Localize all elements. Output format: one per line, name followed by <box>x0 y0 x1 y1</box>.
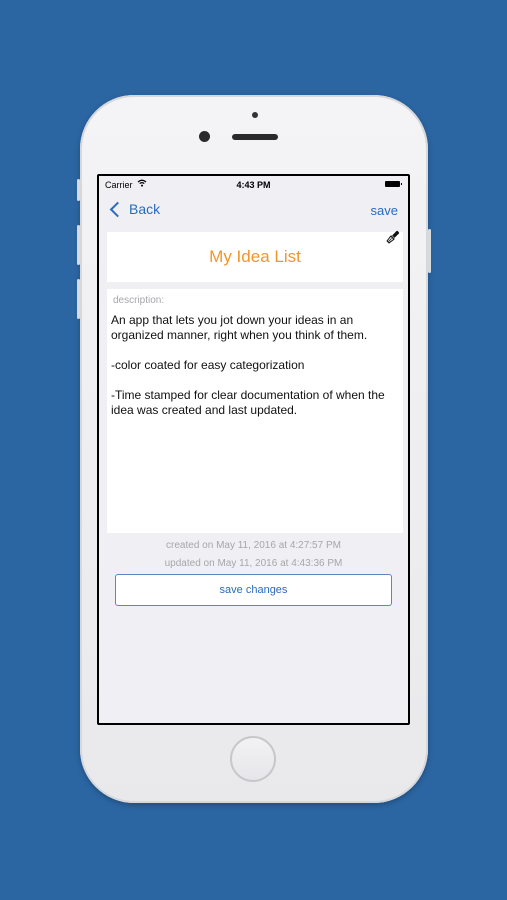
volume-down-button <box>77 279 80 319</box>
app-display: Carrier 4:43 PM Back save My Idea List d… <box>99 176 408 723</box>
save-changes-button[interactable]: save changes <box>115 574 392 606</box>
back-label: Back <box>129 201 161 217</box>
earpiece-speaker <box>232 134 278 140</box>
description-textarea[interactable]: An app that lets you jot down your ideas… <box>111 313 397 418</box>
phone-screen: Carrier 4:43 PM Back save My Idea List d… <box>97 174 410 725</box>
back-button[interactable]: Back <box>109 201 160 217</box>
chevron-left-icon <box>109 201 126 217</box>
proximity-sensor <box>252 112 258 118</box>
status-time: 4:43 PM <box>236 180 271 190</box>
home-button[interactable] <box>230 736 276 782</box>
created-timestamp: created on May 11, 2016 at 4:27:57 PM <box>166 540 341 551</box>
description-label: description: <box>113 295 165 306</box>
status-bar: Carrier 4:43 PM <box>99 176 408 194</box>
updated-timestamp: updated on May 11, 2016 at 4:43:36 PM <box>164 558 343 569</box>
paintbrush-icon[interactable] <box>385 229 401 245</box>
navigation-bar: Back save <box>99 194 408 228</box>
power-button <box>428 229 431 273</box>
save-button[interactable]: save <box>371 203 398 218</box>
idea-title-card: My Idea List <box>107 229 403 282</box>
idea-title[interactable]: My Idea List <box>107 247 403 267</box>
description-card[interactable]: description: An app that lets you jot do… <box>107 289 403 533</box>
volume-up-button <box>77 225 80 265</box>
mute-switch <box>77 179 80 201</box>
battery-icon <box>385 181 402 187</box>
front-camera <box>199 131 210 142</box>
